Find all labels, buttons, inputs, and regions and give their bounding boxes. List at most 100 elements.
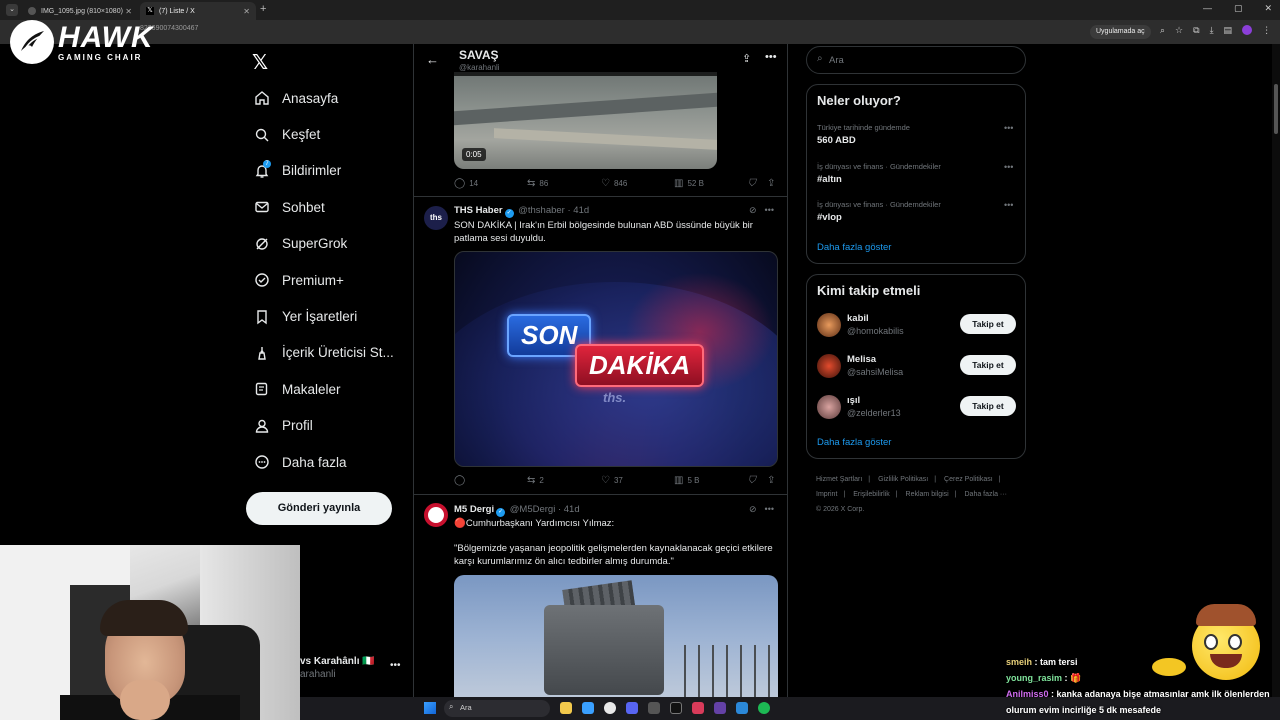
- maximize-icon[interactable]: ▢: [1234, 3, 1243, 14]
- nav-item-bookmarks[interactable]: Yer İşaretleri: [252, 298, 394, 334]
- more-dots-icon[interactable]: •••: [1004, 162, 1013, 172]
- show-more-link[interactable]: Daha fazla göster: [817, 437, 891, 448]
- avatar[interactable]: [424, 503, 448, 527]
- tweet-author-name[interactable]: M5 Dergi: [454, 504, 494, 515]
- follow-suggestion[interactable]: kabil @homokabilis Takip et: [817, 311, 1017, 341]
- follow-button[interactable]: Takip et: [960, 355, 1016, 375]
- more-dots-icon[interactable]: •••: [765, 504, 774, 515]
- close-window-icon[interactable]: ✕: [1264, 3, 1272, 14]
- menu-icon[interactable]: ⋮: [1262, 25, 1271, 36]
- nav-item-home[interactable]: Anasayfa: [252, 80, 394, 116]
- repost-button[interactable]: ⇆ 86: [527, 178, 548, 189]
- views-button[interactable]: ▥ 52 B: [674, 178, 704, 189]
- extensions-icon[interactable]: ⧉: [1193, 25, 1199, 36]
- zoom-icon[interactable]: ⌕: [1160, 25, 1165, 36]
- reply-button[interactable]: ◯: [454, 475, 465, 486]
- follow-button[interactable]: Takip et: [960, 314, 1016, 334]
- new-tab-icon[interactable]: +: [260, 3, 266, 15]
- chrome-icon[interactable]: [604, 702, 616, 714]
- download-icon[interactable]: ⤓: [1210, 25, 1214, 36]
- trend-item[interactable]: İş dünyası ve finans · Gündemdekiler #vl…: [817, 200, 1017, 223]
- nav-item-messages[interactable]: Sohbet: [252, 189, 394, 225]
- follow-button[interactable]: Takip et: [960, 396, 1016, 416]
- trend-item[interactable]: Türkiye tarihinde gündemde 560 ABD •••: [817, 123, 1017, 146]
- close-tab-icon[interactable]: ✕: [243, 7, 250, 16]
- browser-tab-x[interactable]: 𝕏 (7) Liste / X ✕: [140, 2, 256, 20]
- views-button[interactable]: ▥ 5 B: [674, 475, 699, 486]
- tweet-video[interactable]: 0:05: [454, 72, 717, 169]
- nav-item-articles[interactable]: Makaleler: [252, 371, 394, 407]
- follow-suggestion[interactable]: ışıl @zelderler13 Takip et: [817, 393, 1017, 423]
- windows-start-icon[interactable]: [424, 702, 436, 714]
- post-button[interactable]: Gönderi yayınla: [246, 492, 392, 525]
- footer-link[interactable]: Çerez Politikası: [944, 476, 993, 483]
- tweet-author-handle[interactable]: @thshaber: [518, 205, 565, 216]
- nav-item-explore[interactable]: Keşfet: [252, 116, 394, 152]
- nav-item-profile[interactable]: Profil: [252, 408, 394, 444]
- tweet-time[interactable]: · 41d: [567, 205, 589, 216]
- nav-item-creator-studio[interactable]: İçerik Üreticisi St...: [252, 335, 394, 371]
- file-explorer-icon[interactable]: [560, 702, 572, 714]
- grok-icon[interactable]: ⊘: [749, 504, 757, 515]
- more-dots-icon[interactable]: •••: [390, 660, 401, 671]
- repost-button[interactable]: ⇆ 2: [527, 475, 544, 486]
- footer-link[interactable]: Reklam bilgisi: [906, 491, 949, 498]
- nav-item-supergrok[interactable]: SuperGrok: [252, 226, 394, 262]
- search-input[interactable]: ⌕ Ara: [806, 46, 1026, 74]
- taskbar-search[interactable]: ⌕ Ara: [444, 700, 550, 717]
- trend-item[interactable]: İş dünyası ve finans · Gündemdekiler #al…: [817, 162, 1017, 185]
- footer-link[interactable]: Imprint: [816, 491, 837, 498]
- edge-icon[interactable]: [582, 702, 594, 714]
- avatar[interactable]: [817, 313, 841, 337]
- more-dots-icon[interactable]: •••: [1004, 200, 1013, 210]
- bookmark-button[interactable]: ⛉: [748, 475, 756, 486]
- grok-icon[interactable]: ⊘: [749, 205, 757, 216]
- page-scrollbar[interactable]: [1272, 44, 1280, 700]
- app-icon[interactable]: [670, 702, 682, 714]
- footer-link[interactable]: Erişilebilirlik: [853, 491, 890, 498]
- profile-avatar[interactable]: [1242, 25, 1253, 35]
- nav-item-more[interactable]: Daha fazla: [252, 444, 394, 480]
- app-icon[interactable]: [648, 702, 660, 714]
- follow-suggestion[interactable]: Melisa @sahsiMelisa Takip et: [817, 352, 1017, 382]
- tab-search-icon[interactable]: ⌄: [6, 4, 18, 16]
- spotify-icon[interactable]: [758, 702, 770, 714]
- bookmark-button[interactable]: ⛉: [748, 178, 756, 189]
- browser-tab-image[interactable]: IMG_1095.jpg (810×1080) ✕: [22, 2, 138, 20]
- reply-button[interactable]: ◯ 14: [454, 178, 478, 189]
- show-more-link[interactable]: Daha fazla göster: [817, 242, 891, 253]
- open-in-app-button[interactable]: Uygulamada aç: [1090, 25, 1151, 39]
- share-button[interactable]: ⇪: [767, 178, 775, 189]
- like-button[interactable]: ♡ 846: [601, 178, 627, 189]
- star-icon[interactable]: ☆: [1175, 25, 1183, 36]
- avatar[interactable]: ths: [424, 206, 448, 230]
- discord-icon[interactable]: [626, 702, 638, 714]
- more-dots-icon[interactable]: •••: [765, 51, 777, 63]
- tweet-image[interactable]: SON DAKİKA ths.: [454, 251, 778, 467]
- footer-link[interactable]: Hizmet Şartları: [816, 476, 862, 483]
- twitch-icon[interactable]: [714, 702, 726, 714]
- nav-item-notifications[interactable]: 7 Bildirimler: [252, 153, 394, 189]
- avatar[interactable]: [817, 395, 841, 419]
- more-dots-icon[interactable]: •••: [765, 205, 774, 216]
- app-icon[interactable]: [692, 702, 704, 714]
- share-button[interactable]: ⇪: [767, 475, 775, 486]
- tweet-author-name[interactable]: THS Haber: [454, 205, 503, 216]
- scrollbar-thumb[interactable]: [1274, 84, 1278, 134]
- back-arrow-icon[interactable]: ←: [426, 52, 439, 67]
- sidebar-icon[interactable]: ▤: [1224, 25, 1233, 36]
- tweet-image[interactable]: [454, 575, 778, 700]
- x-logo-icon[interactable]: 𝕏: [252, 50, 268, 75]
- avatar[interactable]: [817, 354, 841, 378]
- tweet-author-handle[interactable]: @M5Dergi: [510, 504, 556, 515]
- more-dots-icon[interactable]: •••: [1004, 123, 1013, 133]
- account-switcher[interactable]: vs Karahânlı 🇮🇹 arahanli •••: [300, 656, 401, 680]
- nav-item-premium[interactable]: Premium+: [252, 262, 394, 298]
- minimize-icon[interactable]: —: [1203, 3, 1212, 14]
- footer-link[interactable]: Gizlilik Politikası: [878, 476, 928, 483]
- share-icon[interactable]: ⇪: [742, 52, 751, 65]
- tweet-time[interactable]: · 41d: [558, 504, 580, 515]
- like-button[interactable]: ♡ 37: [601, 475, 623, 486]
- app-icon[interactable]: [736, 702, 748, 714]
- close-tab-icon[interactable]: ✕: [125, 7, 132, 16]
